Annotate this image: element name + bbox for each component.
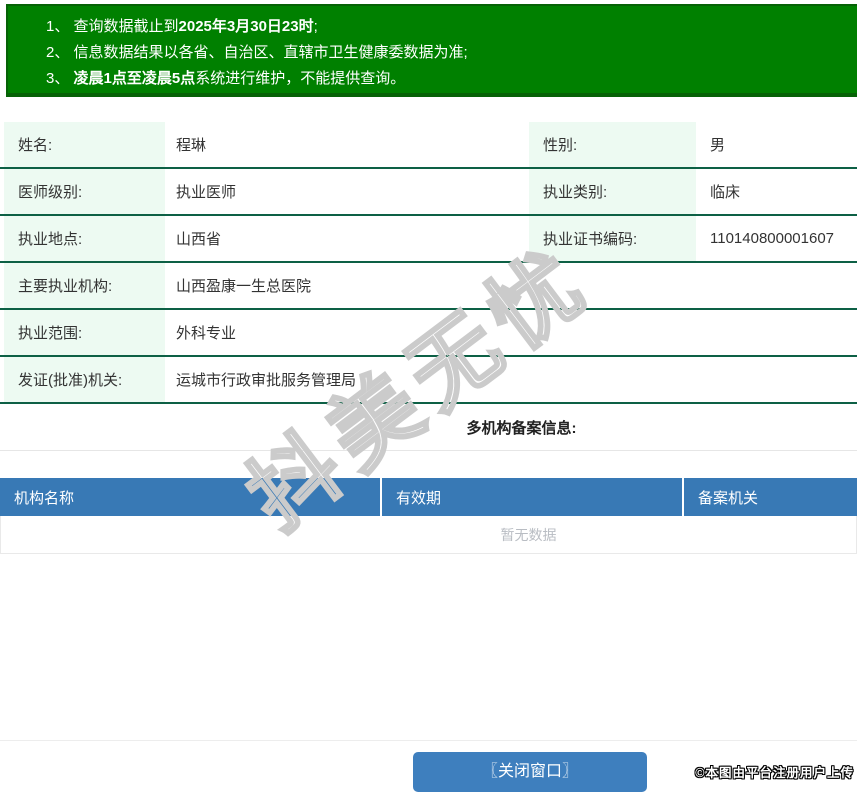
- notice-line-1-tail: ;: [314, 18, 318, 35]
- main-institution-value: 山西盈康一生总医院: [165, 263, 857, 308]
- issuing-authority-label: 发证(批准)机关:: [4, 357, 165, 402]
- footer-divider: [0, 740, 857, 741]
- table-row-location-certno: 执业地点: 山西省 执业证书编码: 110140800001607: [0, 216, 857, 263]
- doctor-info-table: 姓名: 程琳 性别: 男 医师级别: 执业医师 执业类别: 临床 执业地点: 山…: [0, 122, 857, 404]
- notice-line-3-tail: 系统进行维护，不能提供查询。: [195, 70, 405, 87]
- notice-line-1-bold: 2025年3月30日23时: [179, 18, 314, 35]
- upload-credit-watermark: ©本图由平台注册用户上传: [695, 762, 854, 781]
- column-header-validity-period: 有效期: [380, 478, 682, 516]
- table-row-main-institution: 主要执业机构: 山西盈康一生总医院: [0, 263, 857, 310]
- practice-category-value: 临床: [696, 169, 857, 214]
- column-header-institution-name: 机构名称: [0, 478, 380, 516]
- multi-org-table-header: 机构名称 有效期 备案机关: [0, 478, 857, 516]
- practice-category-label: 执业类别:: [529, 169, 696, 214]
- notice-line-3-text: 3、: [46, 70, 74, 87]
- notice-line-2: 2、 信息数据结果以各省、自治区、直辖市卫生健康委数据为准;: [46, 40, 857, 66]
- practice-location-label: 执业地点:: [4, 216, 165, 261]
- practice-scope-label: 执业范围:: [4, 310, 165, 355]
- notice-line-1: 1、 查询数据截止到2025年3月30日23时;: [46, 14, 857, 40]
- main-institution-label: 主要执业机构:: [4, 263, 165, 308]
- name-value: 程琳: [165, 122, 529, 167]
- gender-label: 性别:: [529, 122, 696, 167]
- empty-data-placeholder: 暂无数据: [0, 516, 857, 554]
- certificate-number-label: 执业证书编码:: [529, 216, 696, 261]
- gender-value: 男: [696, 122, 857, 167]
- notice-line-3-bold: 凌晨1点至凌晨5点: [74, 70, 196, 87]
- close-window-button[interactable]: 〖关闭窗口〗: [413, 752, 647, 792]
- notice-line-1-text: 1、 查询数据截止到: [46, 18, 179, 35]
- table-row-name-gender: 姓名: 程琳 性别: 男: [0, 122, 857, 169]
- certificate-number-value: 110140800001607: [696, 216, 857, 261]
- notice-line-3: 3、 凌晨1点至凌晨5点系统进行维护，不能提供查询。: [46, 66, 857, 92]
- issuing-authority-value: 运城市行政审批服务管理局: [165, 357, 857, 402]
- notice-line-2-text: 2、 信息数据结果以各省、自治区、直辖市卫生健康委数据为准;: [46, 44, 468, 61]
- doctor-level-value: 执业医师: [165, 169, 529, 214]
- practice-location-value: 山西省: [165, 216, 529, 261]
- table-row-issuing-authority: 发证(批准)机关: 运城市行政审批服务管理局: [0, 357, 857, 404]
- doctor-level-label: 医师级别:: [4, 169, 165, 214]
- multi-org-section-title: 多机构备案信息:: [0, 404, 857, 451]
- practice-scope-value: 外科专业: [165, 310, 857, 355]
- table-row-level-category: 医师级别: 执业医师 执业类别: 临床: [0, 169, 857, 216]
- table-row-practice-scope: 执业范围: 外科专业: [0, 310, 857, 357]
- notice-banner: 1、 查询数据截止到2025年3月30日23时; 2、 信息数据结果以各省、自治…: [6, 4, 857, 97]
- column-header-filing-authority: 备案机关: [682, 478, 857, 516]
- name-label: 姓名:: [4, 122, 165, 167]
